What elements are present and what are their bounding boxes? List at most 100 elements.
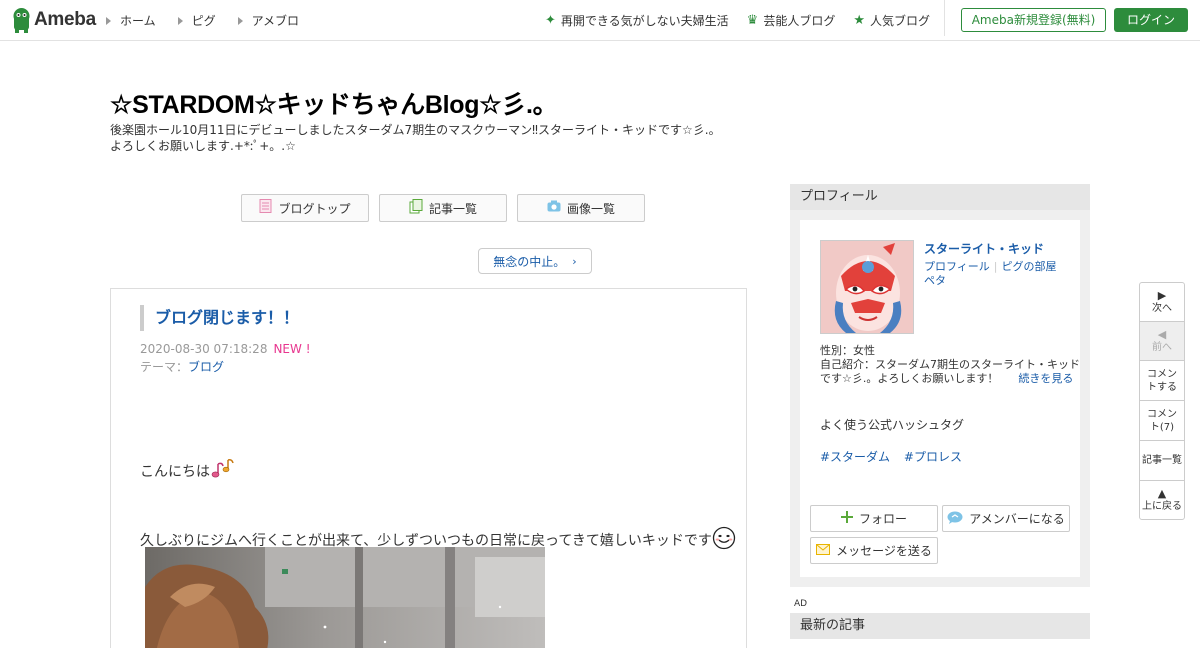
message-label: メッセージを送る	[836, 544, 932, 558]
register-button[interactable]: Ameba新規登録(無料)	[961, 8, 1106, 32]
article-title-wrap: ブログ閉じます！！	[140, 305, 299, 331]
back-to-top-label: 上に戻る	[1142, 500, 1182, 512]
profile-gender: 性別：女性	[820, 344, 875, 357]
nav-home[interactable]: ホーム	[106, 12, 156, 29]
speech-bubble-icon	[947, 511, 963, 527]
new-badge: NEW !	[273, 342, 311, 356]
comment-count-label: コメント(7)	[1147, 408, 1177, 433]
nav-popular-blog-label: 人気ブログ	[869, 14, 930, 28]
article-paragraph-text: こんにちは	[140, 464, 210, 480]
triangle-right-icon: ▶	[1157, 288, 1167, 302]
article-list-float-button[interactable]: 記事一覧	[1140, 441, 1184, 481]
nav-pig-label: ピグ	[191, 14, 216, 28]
triangle-right-icon	[177, 16, 183, 25]
nav-featured-blog[interactable]: ✦ 再開できる気がしない夫婦生活	[545, 12, 729, 29]
adjacent-article-link[interactable]: 無念の中止。 ›	[478, 248, 592, 274]
image-list-label: 画像一覧	[566, 201, 615, 216]
floating-toolbar: ▶ 次へ ◀ 前へ コメントする コメント(7) 記事一覧 ▲ 上に戻る	[1139, 282, 1185, 520]
nav-home-label: ホーム	[120, 14, 156, 28]
article-photo[interactable]	[145, 547, 545, 648]
music-note-emoji-icon	[210, 458, 236, 484]
comment-button[interactable]: コメントする	[1140, 361, 1184, 401]
theme-prefix: テーマ：	[140, 360, 189, 374]
blog-description-line2: よろしくお願いします.+*:ﾟ+。.☆	[110, 139, 296, 153]
comment-count-button[interactable]: コメント(7)	[1140, 401, 1184, 441]
message-button[interactable]: メッセージを送る	[810, 537, 938, 564]
hashtag-header: よく使う公式ハッシュタグ	[820, 418, 965, 432]
document-icon	[259, 199, 272, 217]
profile-inner: スターライト・キッド プロフィール | ピグの部屋 ペタ 性別：女性 自己紹介：スタ…	[800, 220, 1080, 577]
nav-ameblo[interactable]: アメブロ	[237, 12, 300, 29]
logo-text: Ameba	[34, 9, 96, 30]
next-article-button[interactable]: ▶ 次へ	[1140, 283, 1184, 322]
ad-label: AD	[794, 599, 808, 609]
sparkle-icon: ✦	[544, 13, 556, 28]
plus-icon	[840, 511, 853, 526]
avatar[interactable]	[820, 240, 914, 334]
crown-icon: ♛	[746, 13, 759, 28]
blog-description: 後楽園ホール10月11日にデビューしましたスターダム7期生のマスクウーマン‼︎ス…	[110, 122, 750, 154]
follow-button[interactable]: フォロー	[810, 505, 938, 532]
theme-link[interactable]: ブログ	[188, 360, 224, 374]
back-to-top-button[interactable]: ▲ 上に戻る	[1140, 481, 1184, 519]
nav-featured-blog-label: 再開できる気がしない夫婦生活	[560, 14, 729, 28]
triangle-up-icon: ▲	[1157, 486, 1167, 500]
pig-room-link[interactable]: ピグの部屋	[1002, 260, 1057, 273]
hashtag-link[interactable]: #スターダム	[820, 450, 890, 464]
triangle-right-icon	[106, 16, 111, 25]
read-more-link[interactable]: 続きを見る	[1018, 372, 1073, 385]
article-theme: テーマ：ブログ	[140, 358, 224, 375]
follow-label: フォロー	[858, 512, 907, 526]
copy-document-icon	[409, 198, 423, 218]
blog-description-line1: 後楽園ホール10月11日にデビューしましたスターダム7期生のマスクウーマン‼︎ス…	[110, 123, 721, 137]
profile-header: プロフィール	[790, 184, 1090, 210]
amember-button[interactable]: アメンバーになる	[942, 505, 1070, 532]
smile-face-emoji-icon	[712, 526, 736, 554]
article-paragraph: こんにちは	[140, 458, 236, 484]
nav-celebrity-blog[interactable]: ♛ 芸能人ブログ	[747, 12, 836, 29]
profile-intro-wrap: 自己紹介：スターダム7期生のスターライト・キッドです☆彡.。よろしくお願いします…	[820, 358, 1082, 386]
profile-info: 性別：女性 自己紹介：スターダム7期生のスターライト・キッドです☆彡.。よろしく…	[820, 344, 1082, 386]
star-icon: ★	[853, 13, 865, 28]
camera-icon	[547, 200, 561, 216]
nav-ameblo-label: アメブロ	[251, 14, 300, 28]
peta-link[interactable]: ペタ	[924, 274, 1057, 288]
nav-popular-blog[interactable]: ★ 人気ブログ	[853, 12, 930, 29]
prev-article-button[interactable]: ◀ 前へ	[1140, 322, 1184, 361]
envelope-icon	[816, 543, 831, 558]
global-nav-right: ✦ 再開できる気がしない夫婦生活 ♛ 芸能人ブログ ★ 人気ブログ	[527, 12, 930, 29]
link-separator: |	[993, 260, 998, 273]
article-title[interactable]: ブログ閉じます！！	[155, 308, 299, 327]
nav-pig[interactable]: ピグ	[177, 12, 216, 29]
login-button[interactable]: ログイン	[1114, 8, 1188, 32]
article-list-float-label: 記事一覧	[1142, 455, 1182, 466]
article-meta: 2020-08-30 07:18:28 NEW !	[140, 342, 311, 356]
comment-label: コメントする	[1147, 368, 1177, 393]
nav-celebrity-blog-label: 芸能人ブログ	[763, 14, 836, 28]
ameba-mascot-icon	[12, 7, 31, 33]
ameba-logo[interactable]: Ameba	[12, 7, 96, 33]
prev-label: 前へ	[1152, 341, 1172, 353]
profile-name[interactable]: スターライト・キッド	[924, 240, 1044, 257]
article: ブログ閉じます！！ 2020-08-30 07:18:28 NEW ! テーマ：ブ…	[110, 288, 747, 648]
hashtag-link[interactable]: #プロレス	[904, 450, 962, 464]
chevron-right-icon: ›	[572, 254, 577, 268]
article-date: 2020-08-30 07:18:28	[140, 342, 268, 356]
profile-link[interactable]: プロフィール	[924, 260, 990, 273]
adjacent-article-label: 無念の中止。	[493, 254, 566, 269]
blog-title[interactable]: ☆STARDOM☆キッドちゃんBlog☆彡.。	[110, 85, 558, 121]
image-list-button[interactable]: 画像一覧	[517, 194, 645, 222]
triangle-left-icon: ◀	[1157, 327, 1167, 341]
article-list-label: 記事一覧	[428, 201, 477, 216]
profile-box: スターライト・キッド プロフィール | ピグの部屋 ペタ 性別：女性 自己紹介：スタ…	[790, 210, 1090, 587]
latest-articles-header: 最新の記事	[790, 613, 1090, 639]
header-divider	[944, 0, 945, 36]
global-nav-left: ホーム ピグ アメブロ	[106, 12, 321, 29]
hashtag-list: #スターダム #プロレス	[820, 448, 972, 465]
profile-links: プロフィール | ピグの部屋 ペタ	[924, 260, 1057, 288]
triangle-right-icon	[237, 16, 243, 25]
global-header: Ameba ホーム ピグ アメブロ ✦ 再開できる気がしない夫婦生活 ♛ 芸能人…	[0, 0, 1200, 41]
amember-label: アメンバーになる	[969, 512, 1065, 526]
blog-top-button[interactable]: ブログトップ	[241, 194, 369, 222]
article-list-button[interactable]: 記事一覧	[379, 194, 507, 222]
